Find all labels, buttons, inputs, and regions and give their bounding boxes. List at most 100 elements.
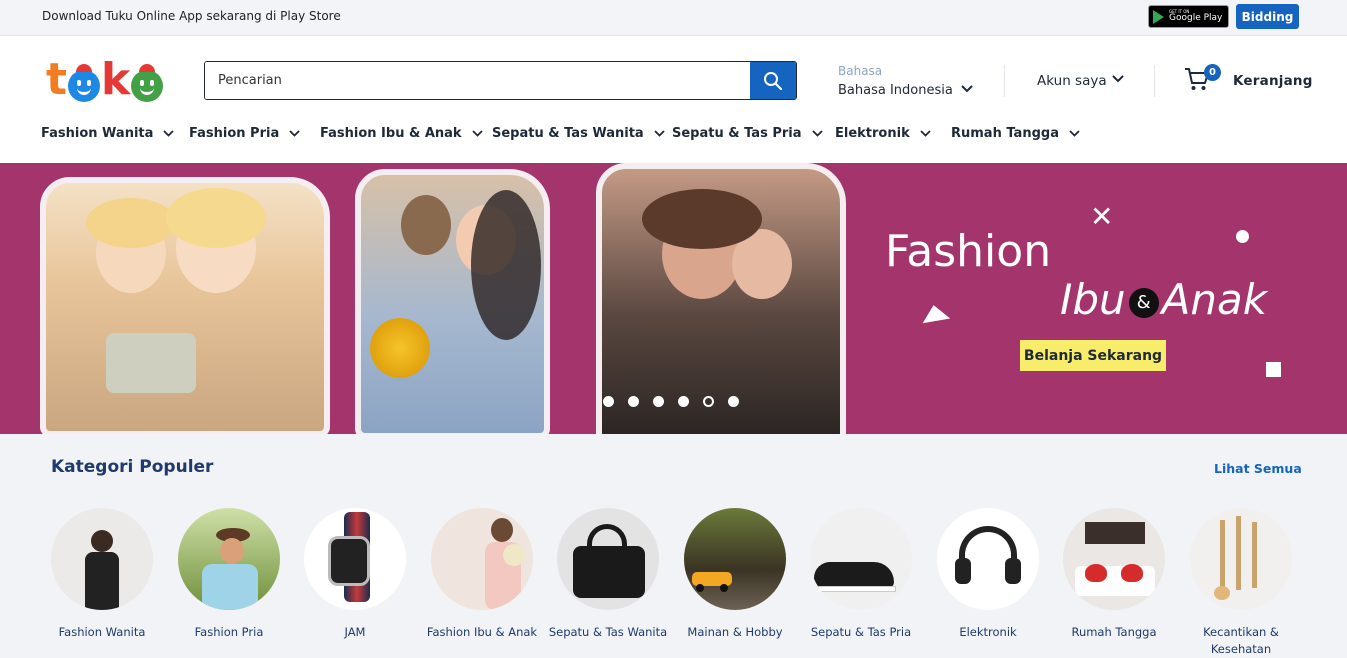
chevron-down-icon bbox=[811, 130, 823, 137]
category-item-elektronik[interactable]: Elektronik bbox=[923, 508, 1053, 641]
banner-subtitle-right: Anak bbox=[1161, 275, 1268, 324]
nav-item-label: Fashion Ibu & Anak bbox=[320, 126, 462, 141]
nav-item-label: Rumah Tangga bbox=[951, 126, 1059, 141]
cart-link[interactable]: Keranjang bbox=[1233, 73, 1313, 89]
see-all-link[interactable]: Lihat Semua bbox=[1214, 461, 1302, 476]
carousel-dot[interactable] bbox=[628, 396, 639, 407]
category-item-sepatu-tas-wanita[interactable]: Sepatu & Tas Wanita bbox=[543, 508, 673, 641]
carousel-dot[interactable] bbox=[728, 396, 739, 407]
category-label: Fashion Ibu & Anak bbox=[426, 625, 538, 639]
carousel-dot-active[interactable] bbox=[703, 396, 714, 407]
smartwatch-photo-icon bbox=[304, 508, 406, 610]
nav-item-label: Sepatu & Tas Wanita bbox=[492, 126, 644, 141]
chevron-down-icon bbox=[289, 130, 300, 137]
dot-decoration bbox=[1236, 230, 1249, 243]
chevron-down-icon bbox=[163, 130, 175, 137]
account-menu[interactable]: Akun saya bbox=[1037, 73, 1107, 89]
search-input[interactable] bbox=[205, 62, 751, 99]
category-item-kecantikan-kesehatan[interactable]: Kecantikan & Kesehatan bbox=[1176, 508, 1306, 658]
cart-count-badge: 0 bbox=[1204, 64, 1221, 81]
banner-photo-mother-daughter bbox=[40, 177, 330, 434]
banner-photo-hug bbox=[596, 163, 846, 434]
tuku-logo[interactable]: t k bbox=[46, 54, 164, 105]
search-button[interactable] bbox=[750, 62, 796, 99]
search-bar bbox=[204, 61, 797, 100]
category-label: Sepatu & Tas Pria bbox=[810, 625, 912, 639]
logo-letter-t: t bbox=[46, 54, 68, 105]
category-label: Fashion Wanita bbox=[58, 625, 146, 639]
nav-item-label: Fashion Pria bbox=[189, 126, 280, 141]
chevron-down-icon bbox=[920, 130, 931, 137]
category-item-jam[interactable]: JAM bbox=[290, 508, 420, 641]
category-label: Rumah Tangga bbox=[1071, 625, 1157, 639]
logo-face-green bbox=[131, 64, 164, 102]
hero-banner[interactable]: ✕ Fashion Ibu & Anak Belanja Sekarang bbox=[0, 163, 1347, 434]
banner-title: Fashion bbox=[885, 226, 1052, 277]
triangle-decoration bbox=[919, 302, 951, 324]
banner-photo-mother-child-flowers bbox=[355, 169, 550, 434]
google-play-icon bbox=[1153, 9, 1164, 24]
category-item-mainan-hobby[interactable]: Mainan & Hobby bbox=[670, 508, 800, 641]
category-label: Sepatu & Tas Wanita bbox=[548, 625, 668, 639]
nav-item-label: Fashion Wanita bbox=[41, 126, 154, 141]
language-label: Bahasa bbox=[838, 64, 883, 78]
square-decoration bbox=[1266, 362, 1281, 377]
headphones-photo-icon bbox=[937, 508, 1039, 610]
handbag-photo-icon bbox=[557, 508, 659, 610]
bedroom-photo-icon bbox=[1063, 508, 1165, 610]
mother-child-photo-icon bbox=[431, 508, 533, 610]
category-label: JAM bbox=[344, 625, 366, 639]
chevron-down-icon[interactable] bbox=[961, 85, 973, 93]
close-decoration-icon: ✕ bbox=[1090, 200, 1114, 233]
toy-car-photo-icon bbox=[684, 508, 786, 610]
carousel-dot[interactable] bbox=[653, 396, 664, 407]
category-label: Kecantikan & Kesehatan bbox=[1203, 625, 1279, 656]
top-bar: Download Tuku Online App sekarang di Pla… bbox=[0, 0, 1347, 36]
carousel-dot[interactable] bbox=[603, 396, 614, 407]
makeup-brush-photo-icon bbox=[1190, 508, 1292, 610]
man-hat-photo-icon bbox=[178, 508, 280, 610]
google-play-badge[interactable]: GET IT ON Google Play bbox=[1148, 5, 1229, 28]
banner-subtitle-amp: & bbox=[1128, 287, 1159, 318]
shop-now-button[interactable]: Belanja Sekarang bbox=[1020, 340, 1166, 371]
nav-item-elektronik[interactable]: Elektronik bbox=[835, 126, 931, 141]
category-item-fashion-pria[interactable]: Fashion Pria bbox=[164, 508, 294, 641]
chevron-down-icon bbox=[654, 130, 665, 137]
bidding-button[interactable]: Bidding bbox=[1236, 4, 1299, 29]
banner-flowers bbox=[365, 313, 435, 383]
category-item-fashion-ibu-anak[interactable]: Fashion Ibu & Anak bbox=[417, 508, 547, 641]
nav-item-sepatu-tas-wanita[interactable]: Sepatu & Tas Wanita bbox=[492, 126, 665, 141]
banner-subtitle: Ibu & Anak bbox=[1060, 275, 1267, 324]
category-label: Fashion Pria bbox=[194, 625, 264, 639]
nav-item-fashion-pria[interactable]: Fashion Pria bbox=[189, 126, 300, 141]
nav-item-fashion-wanita[interactable]: Fashion Wanita bbox=[41, 126, 175, 141]
category-label: Elektronik bbox=[959, 625, 1017, 639]
logo-face-blue bbox=[68, 64, 101, 102]
category-item-sepatu-tas-pria[interactable]: Sepatu & Tas Pria bbox=[796, 508, 926, 641]
category-item-rumah-tangga[interactable]: Rumah Tangga bbox=[1049, 508, 1179, 641]
banner-subtitle-left: Ibu bbox=[1060, 275, 1126, 324]
divider bbox=[1154, 65, 1155, 97]
category-item-fashion-wanita[interactable]: Fashion Wanita bbox=[37, 508, 167, 641]
chevron-down-icon bbox=[471, 130, 483, 137]
app-promo-text: Download Tuku Online App sekarang di Pla… bbox=[42, 9, 341, 23]
popular-categories: Kategori Populer Lihat Semua Fashion Wan… bbox=[0, 434, 1347, 657]
language-selector[interactable]: Bahasa Indonesia bbox=[838, 83, 953, 98]
divider bbox=[1004, 65, 1005, 97]
main-header: t k Bahasa Bahasa Indonesia Akun saya bbox=[0, 36, 1347, 163]
chevron-down-icon[interactable] bbox=[1112, 75, 1124, 83]
nav-item-label: Sepatu & Tas Pria bbox=[672, 126, 802, 141]
woman-dress-photo-icon bbox=[51, 508, 153, 610]
category-label: Mainan & Hobby bbox=[687, 625, 783, 639]
carousel-dots bbox=[603, 396, 739, 407]
nav-item-rumah-tangga[interactable]: Rumah Tangga bbox=[951, 126, 1080, 141]
search-icon bbox=[764, 71, 783, 90]
nav-item-fashion-ibu-anak[interactable]: Fashion Ibu & Anak bbox=[320, 126, 483, 141]
google-play-big-text: Google Play bbox=[1169, 13, 1223, 23]
nav-item-sepatu-tas-pria[interactable]: Sepatu & Tas Pria bbox=[672, 126, 823, 141]
carousel-dot[interactable] bbox=[678, 396, 689, 407]
nav-item-label: Elektronik bbox=[835, 126, 910, 141]
section-title: Kategori Populer bbox=[51, 457, 214, 477]
chevron-down-icon bbox=[1069, 130, 1080, 137]
logo-letter-k: k bbox=[101, 54, 131, 105]
